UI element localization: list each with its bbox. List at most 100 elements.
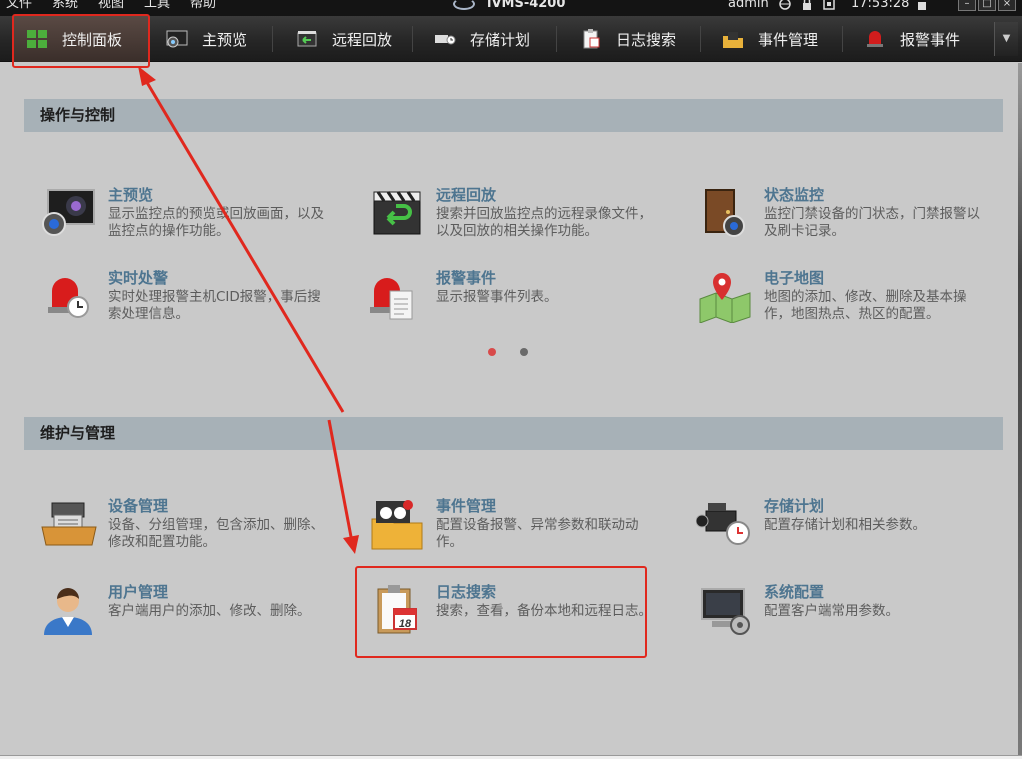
tab-label: 事件管理 (758, 30, 819, 49)
item-desc: 显示监控点的预览或回放画面，以及监控点的操作功能。 (108, 206, 324, 239)
section-header-maintenance: 维护与管理 (24, 417, 1003, 450)
item-device-management[interactable]: 设备管理 设备、分组管理，包含添加、删除、修改和配置功能。 (40, 497, 330, 557)
item-title: 远程回放 (436, 186, 497, 204)
window-edge-right (1018, 63, 1022, 759)
window-edge-bottom (0, 755, 1022, 759)
tab-label: 日志搜索 (616, 30, 677, 49)
folder-event-icon (371, 500, 423, 550)
user-avatar-icon (44, 588, 92, 635)
item-desc: 配置客户端常用参数。 (764, 603, 899, 619)
app-title: iVMS-4200 (487, 0, 566, 11)
monitor-camera-icon (42, 189, 95, 236)
main-toolbar: 控制面板 主预览 远程回放 存储计划 日志搜索 事件管理 报警事件 ▼ (0, 16, 1022, 62)
item-storage-plan[interactable]: 存储计划 配置存储计划和相关参数。 (696, 497, 986, 557)
page-dot[interactable] (520, 348, 528, 356)
tab-event-management[interactable]: 事件管理 (722, 16, 818, 62)
item-desc: 地图的添加、修改、删除及基本操作，地图热点、热区的配置。 (764, 289, 967, 322)
menu-help[interactable]: 帮助 (190, 0, 216, 12)
door-monitor-icon (705, 189, 745, 237)
control-panel-content: 操作与控制 主预览 显示监控点的预览或回放画面，以及监控点的操作功能。 远程回放… (0, 63, 1018, 755)
toolbar-divider (700, 26, 701, 52)
menu-bar: 文件 系统 视图 工具 帮助 iVMS-4200 admin 17:53:28 … (0, 0, 1022, 16)
camcorder-clock-icon (696, 503, 750, 545)
menu-system[interactable]: 系统 (52, 0, 78, 12)
item-title: 存储计划 (764, 497, 825, 515)
item-desc: 监控门禁设备的门状态，门禁报警以及刷卡记录。 (764, 206, 980, 239)
toolbar-divider (412, 26, 413, 52)
item-desc: 客户端用户的添加、修改、删除。 (108, 603, 311, 619)
page-dot-active[interactable] (488, 348, 496, 356)
menu-view[interactable]: 视图 (98, 0, 124, 12)
tab-label: 远程回放 (332, 30, 393, 49)
tab-label: 控制面板 (62, 30, 123, 49)
cpu-icon[interactable] (822, 0, 836, 10)
lock-icon[interactable] (800, 0, 814, 10)
tab-alarm-event[interactable]: 报警事件 (864, 16, 960, 62)
tab-storage-plan[interactable]: 存储计划 (434, 16, 530, 62)
tab-label: 存储计划 (470, 30, 531, 49)
maximize-button[interactable]: □ (978, 0, 996, 11)
storage-plan-icon (435, 35, 456, 45)
tab-log-search[interactable]: 日志搜索 (580, 16, 676, 62)
item-title: 系统配置 (764, 583, 825, 601)
item-remote-playback[interactable]: 远程回放 搜索并回放监控点的远程录像文件，以及回放的相关操作功能。 (368, 186, 658, 246)
item-title: 状态监控 (764, 186, 825, 204)
remote-playback-icon (297, 31, 317, 47)
tab-control-panel[interactable]: 控制面板 (12, 16, 149, 62)
item-main-preview[interactable]: 主预览 显示监控点的预览或回放画面，以及监控点的操作功能。 (40, 186, 330, 246)
menu-tools[interactable]: 工具 (144, 0, 170, 12)
item-desc: 配置存储计划和相关参数。 (764, 517, 926, 533)
item-desc: 设备、分组管理，包含添加、删除、修改和配置功能。 (108, 517, 324, 550)
event-management-icon (723, 32, 743, 48)
current-user[interactable]: admin (728, 0, 769, 12)
log-search-icon (583, 29, 600, 49)
item-title: 事件管理 (436, 497, 497, 515)
item-title: 用户管理 (108, 583, 169, 601)
map-pin-icon (699, 273, 751, 323)
item-title: 报警事件 (436, 269, 497, 287)
clipboard-calendar-icon: 18 (377, 585, 417, 634)
app-logo-icon (453, 0, 475, 10)
toolbar-divider (842, 26, 843, 52)
item-system-config[interactable]: 系统配置 配置客户端常用参数。 (696, 583, 986, 643)
item-title: 电子地图 (764, 269, 825, 287)
alarm-event-icon (867, 31, 883, 47)
main-preview-icon (166, 30, 188, 48)
toolbar-divider (556, 26, 557, 52)
globe-icon[interactable] (778, 0, 792, 10)
lock-screen-icon[interactable] (916, 0, 928, 10)
control-panel-icon (27, 30, 47, 48)
close-button[interactable]: × (998, 0, 1016, 11)
svg-text:18: 18 (399, 618, 412, 630)
clapperboard-icon (373, 191, 421, 235)
tab-label: 报警事件 (900, 30, 961, 49)
item-desc: 配置设备报警、异常参数和联动动作。 (436, 517, 639, 550)
minimize-button[interactable]: – (958, 0, 976, 11)
item-e-map[interactable]: 电子地图 地图的添加、修改、删除及基本操作，地图热点、热区的配置。 (696, 269, 986, 329)
tab-label: 主预览 (202, 30, 248, 49)
alarm-light-list-icon (370, 278, 413, 320)
item-status-monitor[interactable]: 状态监控 监控门禁设备的门状态，门禁报警以及刷卡记录。 (696, 186, 986, 246)
item-desc: 显示报警事件列表。 (436, 289, 558, 305)
alarm-light-clock-icon (48, 278, 89, 318)
tab-main-preview[interactable]: 主预览 (166, 16, 247, 62)
item-title: 日志搜索 (436, 583, 497, 601)
item-desc: 搜索并回放监控点的远程录像文件，以及回放的相关操作功能。 (436, 206, 652, 239)
item-log-search[interactable]: 18 日志搜索 搜索，查看，备份本地和远程日志。 (368, 583, 658, 643)
item-title: 主预览 (108, 186, 154, 204)
more-tabs-button[interactable]: ▼ (994, 22, 1018, 56)
item-event-management[interactable]: 事件管理 配置设备报警、异常参数和联动动作。 (368, 497, 658, 557)
device-tray-icon (41, 502, 97, 546)
toolbar-divider (272, 26, 273, 52)
item-user-management[interactable]: 用户管理 客户端用户的添加、修改、删除。 (40, 583, 330, 643)
item-realtime-alarm[interactable]: 实时处警 实时处理报警主机CID报警，事后搜索处理信息。 (40, 269, 330, 329)
item-title: 设备管理 (108, 497, 169, 515)
menu-file[interactable]: 文件 (6, 0, 32, 12)
item-desc: 搜索，查看，备份本地和远程日志。 (436, 603, 652, 619)
section-header-operation: 操作与控制 (24, 99, 1003, 132)
item-desc: 实时处理报警主机CID报警，事后搜索处理信息。 (108, 289, 321, 322)
tab-remote-playback[interactable]: 远程回放 (296, 16, 392, 62)
computer-gear-icon (701, 588, 750, 635)
clock-time: 17:53:28 (851, 0, 910, 11)
item-alarm-event[interactable]: 报警事件 显示报警事件列表。 (368, 269, 658, 329)
